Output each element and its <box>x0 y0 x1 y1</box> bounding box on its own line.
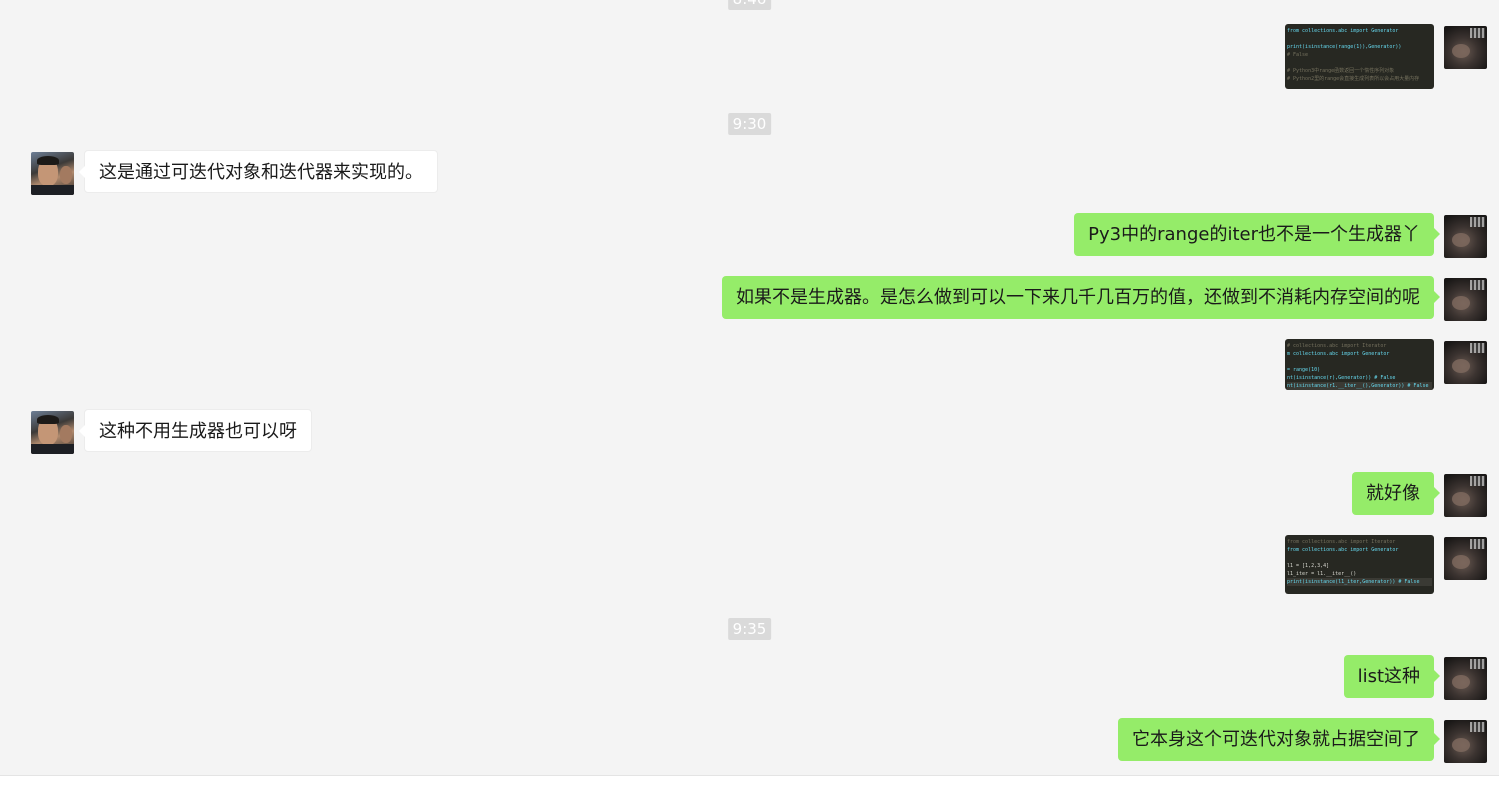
timestamp: 8:46 <box>727 0 772 10</box>
code-line: # Python2里的range会直接生成列表所以会占用大量内存 <box>1287 76 1420 82</box>
timestamp: 9:35 <box>727 618 772 640</box>
self-avatar[interactable] <box>1444 341 1487 384</box>
avatar-detail <box>60 166 72 184</box>
self-avatar[interactable] <box>1444 278 1487 321</box>
self-avatar[interactable] <box>1444 537 1487 580</box>
timestamp: 9:30 <box>727 113 772 135</box>
avatar-detail <box>1452 555 1470 569</box>
outgoing-message[interactable]: Py3中的range的iter也不是一个生成器丫 <box>1074 213 1440 256</box>
outgoing-message[interactable]: 如果不是生成器。是怎么做到可以一下来几千几百万的值，还做到不消耗内存空间的呢 <box>722 276 1440 319</box>
outgoing-message[interactable]: list这种 <box>1343 655 1441 698</box>
contact-avatar[interactable] <box>31 411 74 454</box>
avatar-detail <box>1452 359 1470 373</box>
message-input-area[interactable] <box>0 775 1499 787</box>
avatar-detail <box>1470 659 1485 669</box>
avatar-detail <box>1470 28 1485 38</box>
avatar-detail <box>1452 233 1470 247</box>
code-screenshot-image[interactable]: from collections.abc import Generator pr… <box>1285 24 1434 89</box>
code-line: l1_iter = l1.__iter__() <box>1287 571 1357 577</box>
code-line: nt(isinstance(r1.__iter__(),Generator)) … <box>1287 382 1432 390</box>
avatar-detail <box>31 444 74 454</box>
avatar-detail <box>60 425 72 443</box>
outgoing-message[interactable]: 就好像 <box>1352 472 1440 515</box>
avatar-detail <box>37 156 59 165</box>
code-line: from collections.abc import Iterator <box>1287 539 1396 545</box>
code-screenshot-image[interactable]: # collections.abc import Iterator m coll… <box>1285 339 1434 390</box>
code-line: # collections.abc import Iterator <box>1287 343 1387 349</box>
code-line: # False <box>1287 52 1309 58</box>
avatar-detail <box>1452 296 1470 310</box>
avatar-detail <box>1452 738 1470 752</box>
outgoing-message[interactable]: 它本身这个可迭代对象就占据空间了 <box>1118 718 1440 761</box>
avatar-detail <box>1470 217 1485 227</box>
chat-message-area[interactable]: 8:46 from collections.abc import Generat… <box>0 0 1499 775</box>
avatar-detail <box>1470 722 1485 732</box>
code-line: # Python3中range函数返回一个惰性序列对象 <box>1287 68 1395 74</box>
code-line: = range(10) <box>1287 367 1321 373</box>
avatar-detail <box>1470 343 1485 353</box>
avatar-detail <box>1470 280 1485 290</box>
code-screenshot-image[interactable]: from collections.abc import Iterator fro… <box>1285 535 1434 594</box>
self-avatar[interactable] <box>1444 657 1487 700</box>
avatar-detail <box>1452 675 1470 689</box>
avatar-detail <box>37 415 59 424</box>
self-avatar[interactable] <box>1444 720 1487 763</box>
contact-avatar[interactable] <box>31 152 74 195</box>
incoming-message[interactable]: 这是通过可迭代对象和迭代器来实现的。 <box>79 150 438 193</box>
avatar-detail <box>1452 44 1470 58</box>
code-line: nt(isinstance(r),Generator)) # False <box>1287 375 1396 381</box>
self-avatar[interactable] <box>1444 215 1487 258</box>
self-avatar[interactable] <box>1444 26 1487 69</box>
code-line: from collections.abc import Generator <box>1287 28 1399 34</box>
avatar-detail <box>1470 476 1485 486</box>
code-line: print(isinstance(range(1)),Generator)) <box>1287 44 1402 50</box>
avatar-detail <box>1452 492 1470 506</box>
incoming-message[interactable]: 这种不用生成器也可以呀 <box>79 409 312 452</box>
code-line: l1 = [1,2,3,4] <box>1287 563 1330 569</box>
code-line: from collections.abc import Generator <box>1287 547 1399 553</box>
avatar-detail <box>1470 539 1485 549</box>
code-line: print(isinstance(l1_iter,Generator)) # F… <box>1287 578 1432 586</box>
self-avatar[interactable] <box>1444 474 1487 517</box>
avatar-detail <box>31 185 74 195</box>
code-line: m collections.abc import Generator <box>1287 351 1390 357</box>
